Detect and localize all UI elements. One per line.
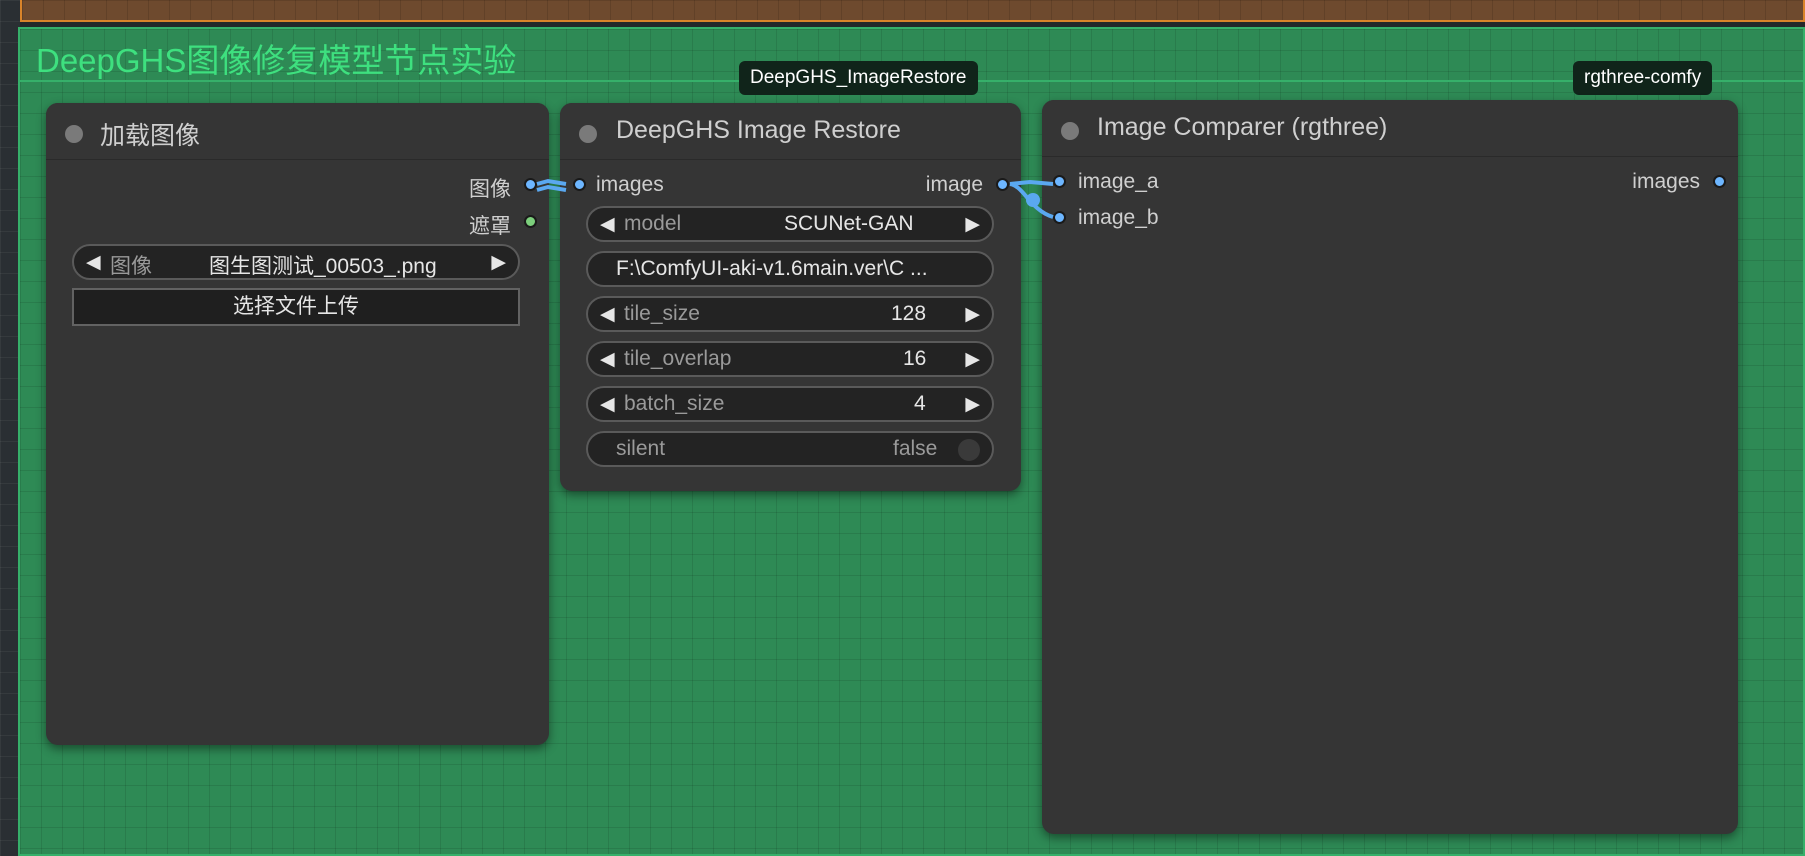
node-header[interactable]: Image Comparer (rgthree) <box>1042 100 1738 157</box>
output-port-image[interactable] <box>524 178 537 191</box>
output-label-image: image <box>925 173 983 196</box>
input-port-image-b[interactable] <box>1053 211 1066 224</box>
decrement-arrow-icon[interactable]: ◀ <box>600 393 615 416</box>
widget-value: 4 <box>914 392 926 415</box>
canvas-background <box>0 0 20 856</box>
increment-arrow-icon[interactable]: ▶ <box>965 303 980 326</box>
silent-toggle[interactable]: silent false <box>586 431 994 467</box>
input-label-image-a: image_a <box>1078 170 1159 193</box>
widget-value: 16 <box>903 347 927 370</box>
input-label-images: images <box>596 173 664 196</box>
load-image-node[interactable]: 加载图像 图像 遮罩 ◀ 图像 图生图测试_00503_.png ▶ 选择文件上… <box>46 103 549 745</box>
image-restore-node[interactable]: DeepGHS Image Restore images image ◀ mod… <box>560 103 1021 491</box>
node-header[interactable]: DeepGHS Image Restore <box>560 103 1021 160</box>
tile-overlap-widget[interactable]: ◀ tile_overlap 16 ▶ <box>586 341 994 377</box>
widget-value: F:\ComfyUI-aki-v1.6main.ver\C ... <box>616 257 928 280</box>
decrement-arrow-icon[interactable]: ◀ <box>600 348 615 371</box>
widget-value: 图生图测试_00503_.png <box>209 255 437 278</box>
widget-value: false <box>893 437 938 460</box>
node-header[interactable]: 加载图像 <box>46 103 549 160</box>
group-title[interactable]: DeepGHS图像修复模型节点实验 <box>36 34 516 82</box>
decrement-arrow-icon[interactable]: ◀ <box>600 303 615 326</box>
restore-pack-badge: DeepGHS_ImageRestore <box>739 61 978 95</box>
output-label-mask: 遮罩 <box>469 215 511 238</box>
widget-value: SCUNet-GAN <box>784 212 914 235</box>
upload-button[interactable]: 选择文件上传 <box>72 288 520 326</box>
input-port-image-a[interactable] <box>1053 175 1066 188</box>
node-title: Image Comparer (rgthree) <box>1097 113 1388 141</box>
prev-arrow-icon[interactable]: ◀ <box>86 251 101 274</box>
collapse-dot-icon[interactable] <box>65 125 83 143</box>
toggle-knob-icon[interactable] <box>958 439 980 461</box>
output-port-image[interactable] <box>996 178 1009 191</box>
next-arrow-icon[interactable]: ▶ <box>491 251 506 274</box>
upper-group-frame[interactable] <box>20 0 1805 22</box>
path-widget[interactable]: F:\ComfyUI-aki-v1.6main.ver\C ... <box>586 251 994 287</box>
tile-size-widget[interactable]: ◀ tile_size 128 ▶ <box>586 296 994 332</box>
node-title: DeepGHS Image Restore <box>616 116 901 144</box>
increment-arrow-icon[interactable]: ▶ <box>965 393 980 416</box>
collapse-dot-icon[interactable] <box>579 125 597 143</box>
model-widget[interactable]: ◀ model SCUNet-GAN ▶ <box>586 206 994 242</box>
increment-arrow-icon[interactable]: ▶ <box>965 348 980 371</box>
widget-name: tile_overlap <box>624 347 732 370</box>
widget-name: batch_size <box>624 392 725 415</box>
image-comparer-node[interactable]: Image Comparer (rgthree) image_a image_b… <box>1042 100 1738 834</box>
next-arrow-icon[interactable]: ▶ <box>965 213 980 236</box>
widget-value: 128 <box>891 302 927 325</box>
widget-name: silent <box>616 437 666 460</box>
output-label-images: images <box>1632 170 1700 193</box>
batch-size-widget[interactable]: ◀ batch_size 4 ▶ <box>586 386 994 422</box>
collapse-dot-icon[interactable] <box>1061 122 1079 140</box>
comparer-pack-badge: rgthree-comfy <box>1573 61 1713 95</box>
prev-arrow-icon[interactable]: ◀ <box>600 213 615 236</box>
node-title: 加载图像 <box>100 122 201 150</box>
output-label-image: 图像 <box>469 178 511 201</box>
widget-name: 图像 <box>110 255 152 278</box>
input-port-images[interactable] <box>573 178 586 191</box>
output-port-mask[interactable] <box>524 215 537 228</box>
input-label-image-b: image_b <box>1078 206 1159 229</box>
image-select-widget[interactable]: ◀ 图像 图生图测试_00503_.png ▶ <box>72 244 520 280</box>
widget-name: model <box>624 212 682 235</box>
widget-name: tile_size <box>624 302 700 325</box>
output-port-images[interactable] <box>1713 175 1726 188</box>
